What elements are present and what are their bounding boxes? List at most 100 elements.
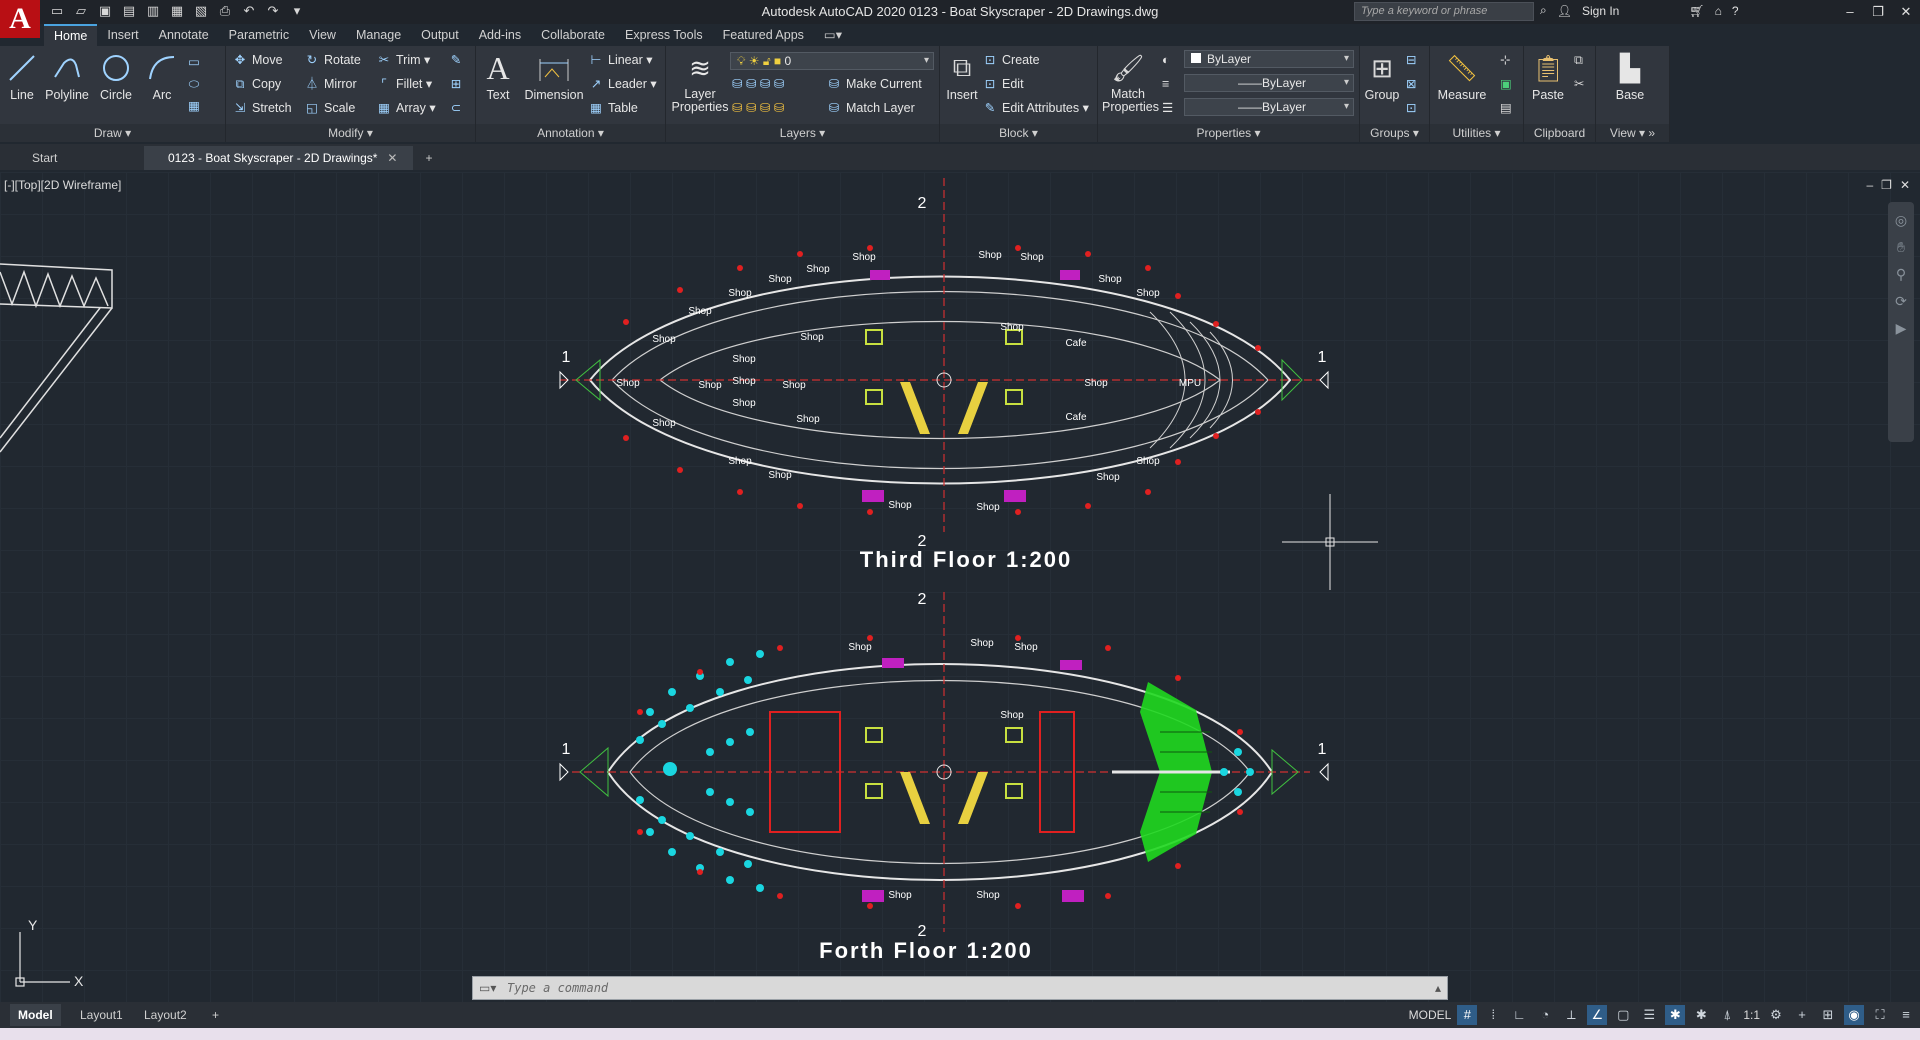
- select-all-icon[interactable]: ▣: [1500, 74, 1512, 94]
- orbit-icon[interactable]: ⟳: [1895, 293, 1907, 310]
- make-current-button[interactable]: ⛁ Make Current: [826, 74, 922, 94]
- layers-panel-title[interactable]: Layers ▾: [666, 124, 939, 142]
- groups-panel-title[interactable]: Groups ▾: [1360, 124, 1429, 142]
- annotation-scale-value[interactable]: 1:1: [1743, 1008, 1760, 1022]
- viewport-controls-label[interactable]: [-][Top][2D Wireframe]: [4, 178, 121, 192]
- command-line[interactable]: ▭▾ Type a command ▴: [472, 976, 1448, 1000]
- draw-panel-title[interactable]: Draw ▾: [0, 124, 225, 142]
- save-icon[interactable]: ▣: [96, 2, 114, 20]
- copy-clip-icon[interactable]: ⧉: [1574, 50, 1583, 70]
- ribbon-tab-collaborate[interactable]: Collaborate: [531, 24, 615, 46]
- layer-properties-button[interactable]: ≋ Layer Properties: [670, 50, 730, 114]
- ribbon-tab-output[interactable]: Output: [411, 24, 469, 46]
- cut-icon[interactable]: ✂: [1574, 74, 1584, 94]
- measure-button[interactable]: 📏︎ Measure: [1434, 50, 1490, 103]
- isolate-objects-icon[interactable]: ◉: [1844, 1005, 1864, 1025]
- pan-icon[interactable]: ✋︎: [1897, 239, 1905, 256]
- undo-icon[interactable]: ↶: [240, 2, 258, 20]
- linear-button[interactable]: ⊢ Linear ▾: [588, 50, 653, 70]
- modify-panel-title[interactable]: Modify ▾: [226, 124, 475, 142]
- ribbon-tab-insert[interactable]: Insert: [97, 24, 148, 46]
- hatch-tool[interactable]: ⬭: [186, 74, 206, 94]
- layer-tools-row2[interactable]: ⛁ ⛁ ⛁ ⛁: [732, 98, 784, 118]
- leader-button[interactable]: ↗ Leader ▾: [588, 74, 657, 94]
- clean-screen-icon[interactable]: ⛶: [1870, 1005, 1890, 1025]
- viewport-close-icon[interactable]: ✕: [1900, 178, 1910, 192]
- plot-icon[interactable]: ▧: [192, 2, 210, 20]
- scale-button[interactable]: ◱ Scale: [304, 98, 355, 118]
- color-wheel-icon[interactable]: ◐: [1162, 50, 1170, 70]
- ribbon-tab-parametric[interactable]: Parametric: [219, 24, 299, 46]
- command-input[interactable]: Type a command: [507, 981, 608, 995]
- group-button[interactable]: ⊞ Group: [1364, 50, 1400, 103]
- color-dropdown[interactable]: ByLayer: [1184, 50, 1354, 68]
- auto-scale-icon[interactable]: ✱: [1691, 1005, 1711, 1025]
- edit-attributes-button[interactable]: ✎ Edit Attributes ▾: [982, 98, 1089, 118]
- move-button[interactable]: ✥ Move: [232, 50, 283, 70]
- array-button[interactable]: ▦ Array ▾: [376, 98, 436, 118]
- steering-wheel-icon[interactable]: ◎: [1895, 212, 1907, 229]
- viewport-minimize-icon[interactable]: –: [1866, 178, 1873, 192]
- object-snap-tracking-icon[interactable]: ∠: [1587, 1005, 1608, 1025]
- clipboard-panel-title[interactable]: Clipboard: [1524, 124, 1595, 142]
- open-folder-icon[interactable]: ▱: [72, 2, 90, 20]
- rotate-button[interactable]: ↻ Rotate: [304, 50, 361, 70]
- linetype-dropdown[interactable]: ——ByLayer: [1184, 74, 1354, 92]
- ribbon-tab-annotate[interactable]: Annotate: [149, 24, 219, 46]
- ungroup-icon[interactable]: ⊟: [1406, 50, 1416, 70]
- insert-button[interactable]: ⧉ Insert: [944, 50, 980, 102]
- customization-menu-icon[interactable]: ≡: [1896, 1005, 1916, 1025]
- polar-icon[interactable]: ◔: [1535, 1005, 1555, 1025]
- trim-button[interactable]: ✂ Trim ▾: [376, 50, 431, 70]
- command-history-icon[interactable]: ▭▾: [479, 981, 496, 995]
- new-tab-icon[interactable]: +: [413, 146, 444, 170]
- match-layer-button[interactable]: ⛁ Match Layer: [826, 98, 915, 118]
- sign-in-link[interactable]: Sign In: [1582, 4, 1619, 18]
- workspace-gear-icon[interactable]: ⚙: [1766, 1005, 1786, 1025]
- linetype-icon[interactable]: ≡: [1162, 74, 1169, 94]
- ribbon-tab-home[interactable]: Home: [44, 24, 98, 46]
- layout2-tab[interactable]: Layout2: [136, 1004, 195, 1026]
- polyline-button[interactable]: Polyline: [42, 50, 92, 102]
- zoom-icon[interactable]: ⚲: [1896, 266, 1906, 283]
- circle-button[interactable]: Circle: [96, 50, 136, 102]
- lineweight-toggle-icon[interactable]: ☰: [1639, 1005, 1659, 1025]
- save-as-icon[interactable]: ▤: [120, 2, 138, 20]
- paste-button[interactable]: 📋︎ Paste: [1528, 50, 1568, 103]
- calculator-icon[interactable]: ▤: [1500, 98, 1512, 118]
- user-icon[interactable]: 👤︎: [1557, 4, 1572, 18]
- restore-icon[interactable]: ❐: [1864, 0, 1892, 24]
- drawing-viewport[interactable]: Shop Shop Shop Shop Shop Shop Shop Shop …: [0, 172, 1920, 1008]
- close-icon[interactable]: ✕: [1892, 0, 1920, 24]
- offset-button[interactable]: ⊂: [448, 98, 468, 118]
- layer-dropdown[interactable]: 💡︎ ☀ 🔓︎ ■ 0: [730, 52, 934, 70]
- ribbon-tab-manage[interactable]: Manage: [346, 24, 411, 46]
- ortho-icon[interactable]: ∟: [1509, 1005, 1529, 1025]
- edit-block-button[interactable]: ⊡ Edit: [982, 74, 1024, 94]
- base-view-button[interactable]: ▙ Base: [1610, 50, 1650, 103]
- open-web-icon[interactable]: ▥: [144, 2, 162, 20]
- customize-qat-icon[interactable]: ▾: [288, 2, 306, 20]
- annotation-panel-title[interactable]: Annotation ▾: [476, 124, 665, 142]
- group-edit-icon[interactable]: ⊠: [1406, 74, 1416, 94]
- layout1-tab[interactable]: Layout1: [72, 1004, 131, 1026]
- rectangle-tool[interactable]: ▭: [186, 52, 206, 72]
- match-properties-button[interactable]: 🖌︎ Match Properties: [1102, 50, 1159, 114]
- ribbon-tab-add-ins[interactable]: Add-ins: [469, 24, 531, 46]
- add-layout-icon[interactable]: +: [204, 1004, 227, 1026]
- lineweight-dropdown[interactable]: ——ByLayer: [1184, 98, 1354, 116]
- dimension-button[interactable]: Dimension: [522, 50, 586, 102]
- line-button[interactable]: Line: [4, 50, 40, 102]
- command-expand-icon[interactable]: ▴: [1435, 981, 1441, 995]
- application-menu-button[interactable]: A: [0, 0, 40, 38]
- lineweight-icon[interactable]: ☰: [1162, 98, 1173, 118]
- block-panel-title[interactable]: Block ▾: [940, 124, 1097, 142]
- binoculars-icon[interactable]: ⌕: [1540, 3, 1547, 18]
- ribbon-minimize-icon[interactable]: ▭▾: [814, 24, 852, 46]
- autodesk-app-store-icon[interactable]: 🛒︎: [1689, 4, 1704, 18]
- text-button[interactable]: A Text: [480, 50, 516, 103]
- annotation-scale-icon[interactable]: ⍋: [1717, 1005, 1737, 1025]
- a360-icon[interactable]: ⌂: [1715, 4, 1722, 18]
- minimize-icon[interactable]: –: [1836, 0, 1864, 24]
- ribbon-tab-view[interactable]: View: [299, 24, 346, 46]
